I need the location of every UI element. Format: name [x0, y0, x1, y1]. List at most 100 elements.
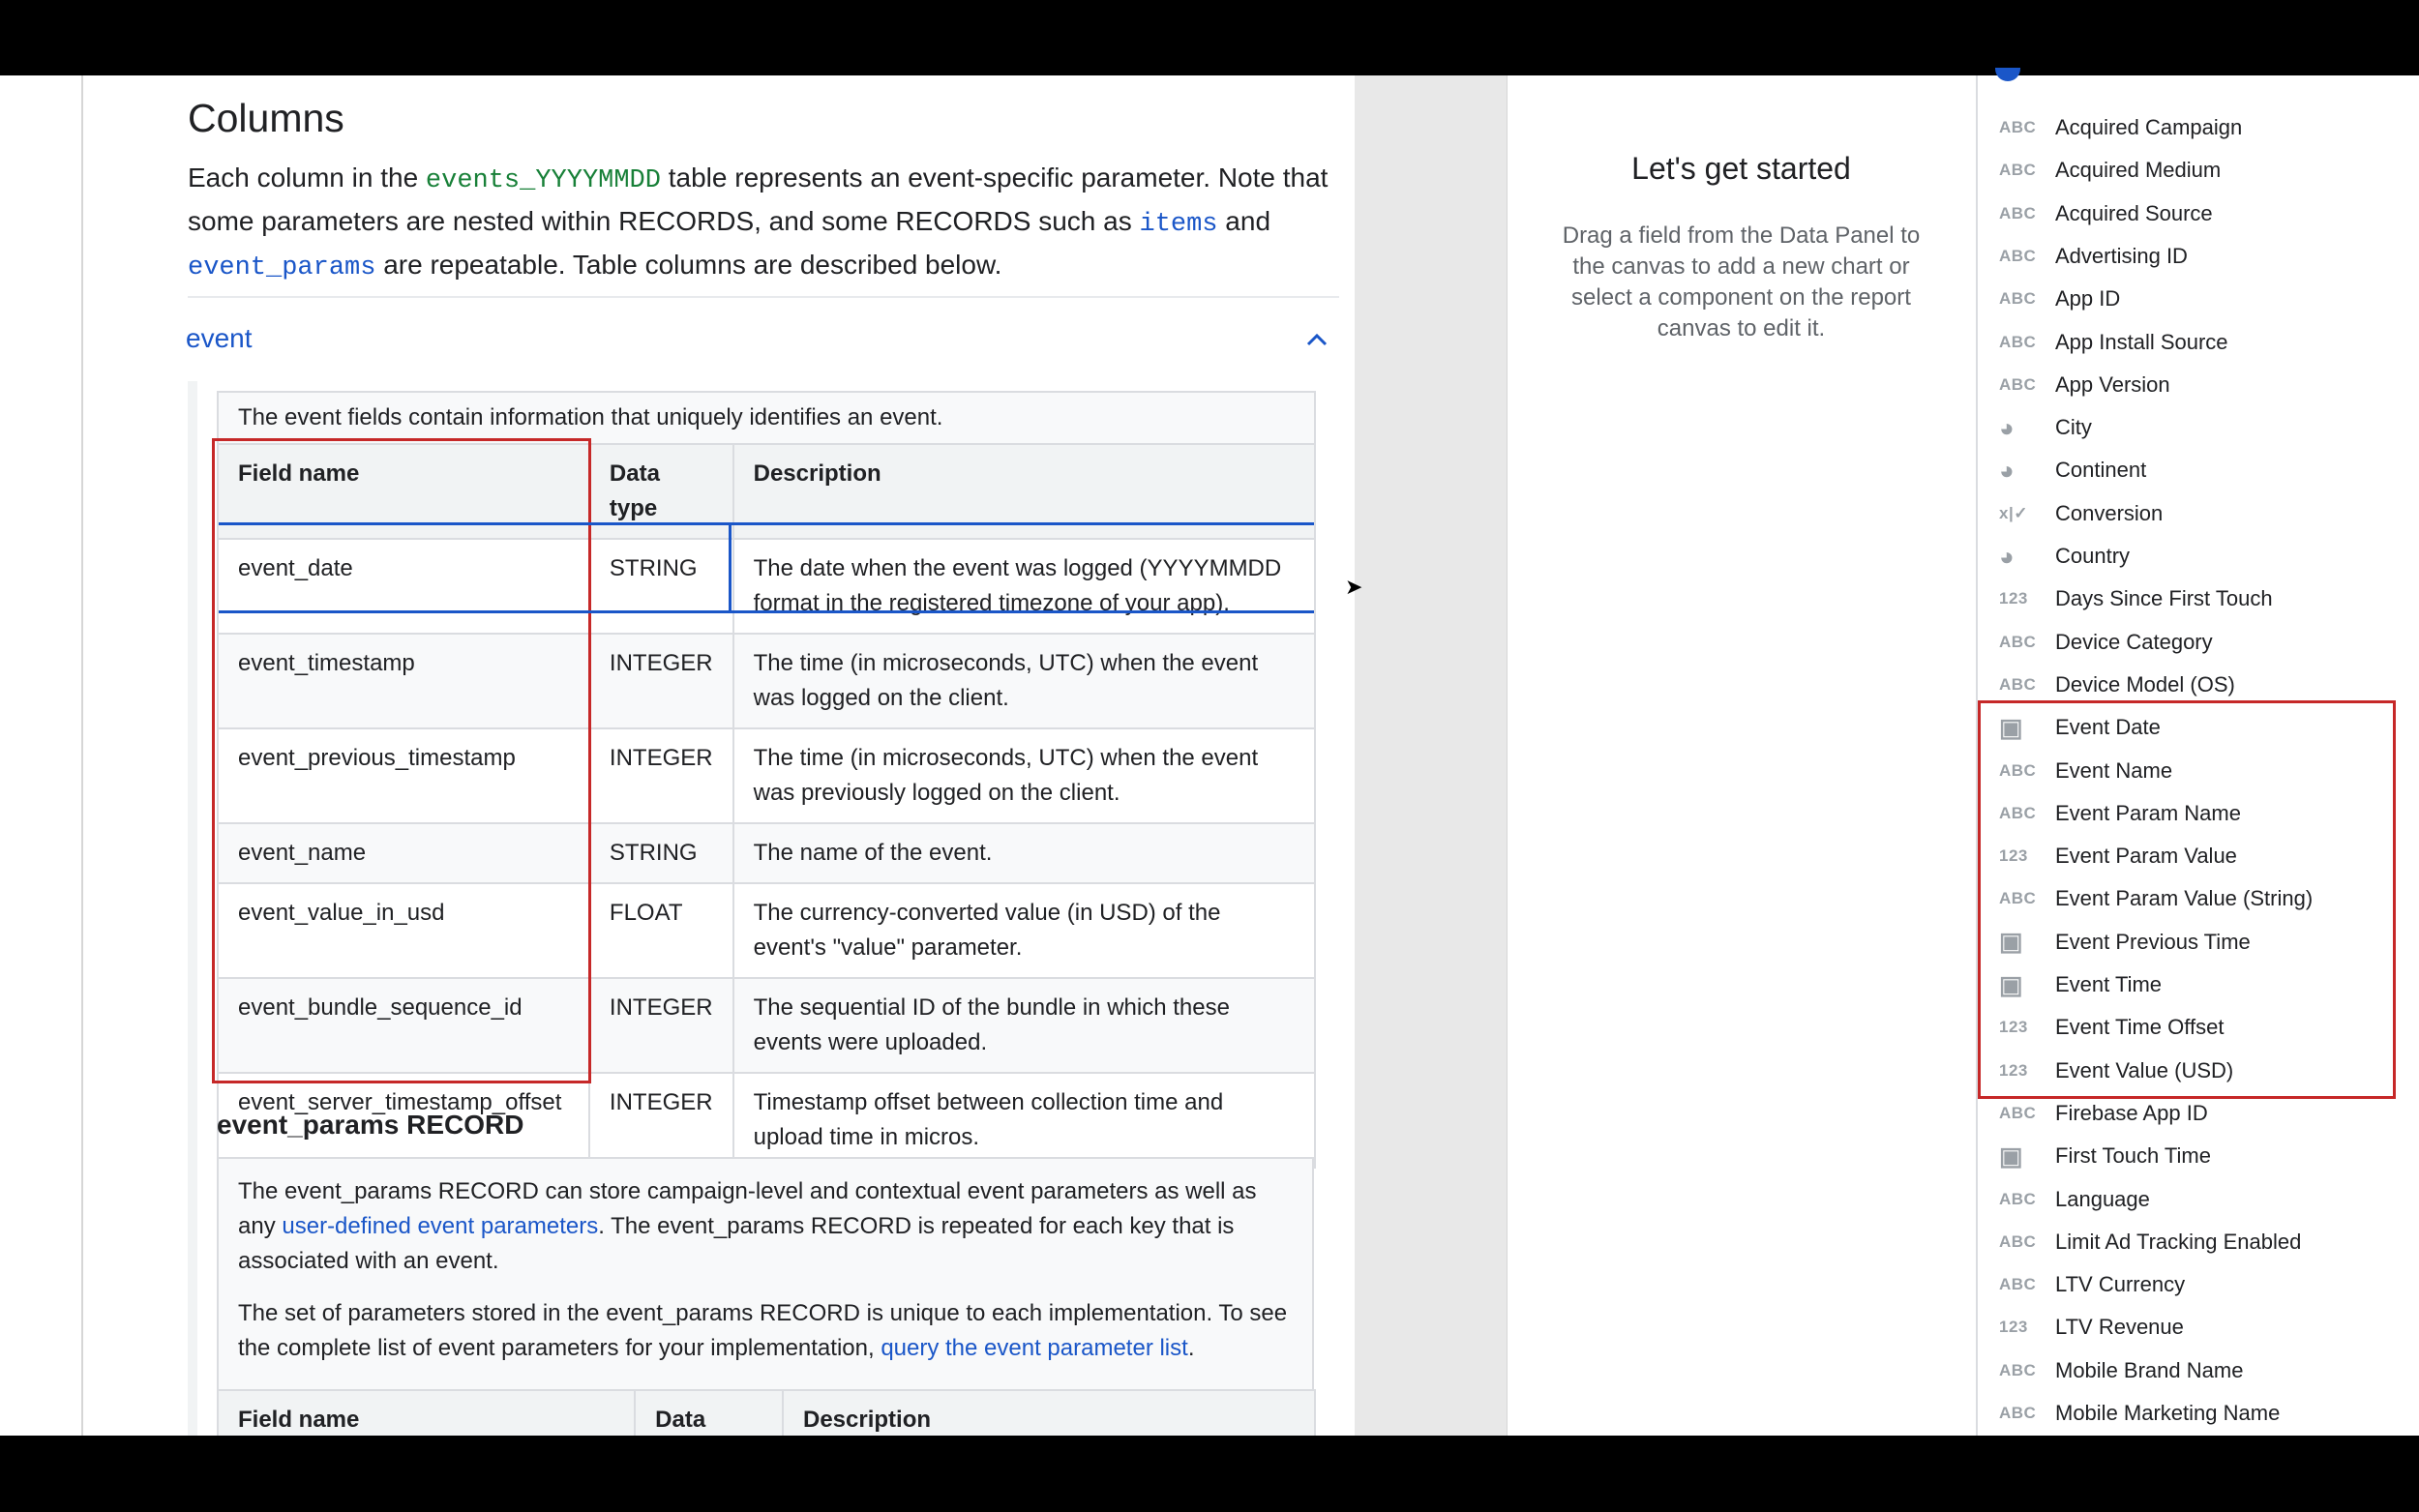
field-label: LTV Revenue: [2055, 1315, 2184, 1340]
field-item[interactable]: ◕ City: [1993, 406, 2400, 449]
description-cell: Timestamp offset between collection time…: [732, 1072, 1317, 1169]
description-cell: The time (in microseconds, UTC) when the…: [732, 633, 1317, 729]
text-type-icon: ABC: [1999, 289, 2037, 309]
intro-text: Each column in the: [188, 163, 426, 193]
text-type-icon: ABC: [1999, 1189, 2037, 1208]
field-label: Firebase App ID: [2055, 1100, 2208, 1125]
intro-paragraph: Each column in the events_YYYYMMDD table…: [188, 158, 1359, 288]
description-cell: The name of the event.: [732, 822, 1317, 884]
field-label: Acquired Campaign: [2055, 115, 2243, 139]
section-indent-rule: [188, 381, 197, 1436]
empty-state-description: Drag a field from the Data Panel to the …: [1562, 222, 1921, 341]
query-param-list-link[interactable]: query the event parameter list: [881, 1335, 1188, 1361]
field-label: First Touch Time: [2055, 1143, 2211, 1169]
field-label: Mobile Marketing Name: [2055, 1401, 2281, 1425]
data-type-cell: FLOAT: [587, 882, 734, 979]
field-item[interactable]: ABC LTV Currency: [1993, 1263, 2400, 1306]
field-item[interactable]: ABC Limit Ad Tracking Enabled: [1993, 1221, 2400, 1263]
field-item[interactable]: ABC Language: [1993, 1178, 2400, 1221]
chevron-up-icon[interactable]: [1304, 327, 1329, 352]
field-item[interactable]: ABC Acquired Campaign: [1993, 106, 2400, 149]
data-type-cell: INTEGER: [587, 977, 734, 1074]
text-type-icon: ABC: [1999, 1404, 2037, 1422]
canvas-gutter: [1355, 75, 1507, 1436]
intro-text: some parameters are nested within RECORD…: [188, 206, 1140, 236]
data-type-cell: INTEGER: [587, 633, 734, 729]
field-label: App ID: [2055, 286, 2121, 311]
field-label: LTV Currency: [2055, 1272, 2186, 1297]
field-item[interactable]: ABC Acquired Medium: [1993, 149, 2400, 192]
globe-icon: ◕: [1999, 455, 2016, 485]
text-type-icon: ABC: [1999, 203, 2037, 222]
field-label: Days Since First Touch: [2055, 586, 2273, 611]
params-paragraph-1: The event_params RECORD can store campai…: [238, 1174, 1293, 1279]
field-item[interactable]: ◕ Country: [1993, 535, 2400, 578]
params-paragraph-2: The set of parameters stored in the even…: [238, 1296, 1293, 1366]
field-item[interactable]: ABC Acquired Source: [1993, 193, 2400, 235]
table-name-code: events_YYYYMMDD: [425, 166, 661, 195]
text-type-icon: ABC: [1999, 632, 2037, 651]
boolean-type-icon: x|✓: [1999, 503, 2028, 522]
number-type-icon: 123: [1999, 589, 2028, 608]
data-type-cell: INTEGER: [587, 727, 734, 824]
field-label: Device Category: [2055, 629, 2213, 654]
divider: [188, 296, 1339, 298]
data-type-cell: INTEGER: [587, 1072, 734, 1169]
field-label: City: [2055, 415, 2092, 440]
intro-text: are repeatable. Table columns are descri…: [375, 250, 1002, 280]
field-item[interactable]: ◕ Continent: [1993, 449, 2400, 491]
field-item[interactable]: ABC Advertising ID: [1993, 235, 2400, 278]
text-type-icon: ABC: [1999, 1275, 2037, 1294]
table-caption: The event fields contain information tha…: [217, 391, 1316, 445]
field-item[interactable]: ABC App Install Source: [1993, 321, 2400, 364]
globe-icon: ◕: [1999, 412, 2016, 442]
section-heading: event_params RECORD: [217, 1110, 524, 1140]
text-type-icon: ABC: [1999, 118, 2037, 136]
section-toggle-event[interactable]: event: [186, 323, 253, 354]
field-item[interactable]: ▣ First Touch Time: [1993, 1135, 2400, 1177]
field-label: Acquired Medium: [2055, 158, 2222, 183]
text-type-icon: ABC: [1999, 1103, 2037, 1122]
field-item[interactable]: 123 Days Since First Touch: [1993, 578, 2400, 620]
text-type-icon: ABC: [1999, 1360, 2037, 1379]
field-item[interactable]: 123 LTV Revenue: [1993, 1306, 2400, 1349]
data-type-cell: STRING: [587, 822, 734, 884]
text-type-icon: ABC: [1999, 161, 2037, 180]
field-item[interactable]: ABC App ID: [1993, 278, 2400, 320]
field-item[interactable]: ABC Mobile Brand Name: [1993, 1349, 2400, 1392]
field-item[interactable]: x|✓ Conversion: [1993, 492, 2400, 535]
field-label: Country: [2055, 544, 2131, 568]
mouse-cursor-icon: ➤: [1345, 575, 1363, 599]
field-label: Continent: [2055, 458, 2147, 483]
field-label: Device Model (OS): [2055, 671, 2235, 697]
empty-state-title: Let's get started: [1631, 151, 1851, 186]
user-defined-params-link[interactable]: user-defined event parameters: [282, 1213, 598, 1239]
event-params-code-link[interactable]: event_params: [188, 253, 375, 282]
globe-icon: ◕: [1999, 541, 2016, 571]
field-label: Conversion: [2055, 500, 2164, 525]
field-label: Acquired Source: [2055, 200, 2213, 225]
cell-focus-indicator: [729, 525, 733, 610]
text-type-icon: ABC: [1999, 374, 2037, 394]
field-item[interactable]: ABC Device Category: [1993, 621, 2400, 664]
text-type-icon: ABC: [1999, 674, 2037, 694]
items-code-link[interactable]: items: [1140, 210, 1218, 239]
description-cell: The currency-converted value (in USD) of…: [732, 882, 1317, 979]
description-cell: The sequential ID of the bundle in which…: [732, 977, 1317, 1074]
bottom-letterbox: [0, 1436, 2419, 1512]
page-title: Columns: [188, 96, 344, 140]
doc-left-border: [81, 75, 83, 1436]
text-type-icon: ABC: [1999, 246, 2037, 265]
field-label: Advertising ID: [2055, 243, 2188, 268]
event-fields-highlight: [1978, 700, 2396, 1099]
field-item[interactable]: ABC App Version: [1993, 364, 2400, 406]
field-label: App Version: [2055, 371, 2170, 397]
number-type-icon: 123: [1999, 1318, 2028, 1337]
field-item[interactable]: ABC Mobile Marketing Name: [1993, 1392, 2400, 1435]
calendar-icon: ▣: [1999, 1141, 2024, 1171]
field-label: App Install Source: [2055, 329, 2228, 354]
field-label: Limit Ad Tracking Enabled: [2055, 1229, 2302, 1254]
params-text: .: [1187, 1335, 1195, 1361]
row-selection-highlight: [219, 522, 1314, 613]
field-label: Language: [2055, 1186, 2150, 1211]
